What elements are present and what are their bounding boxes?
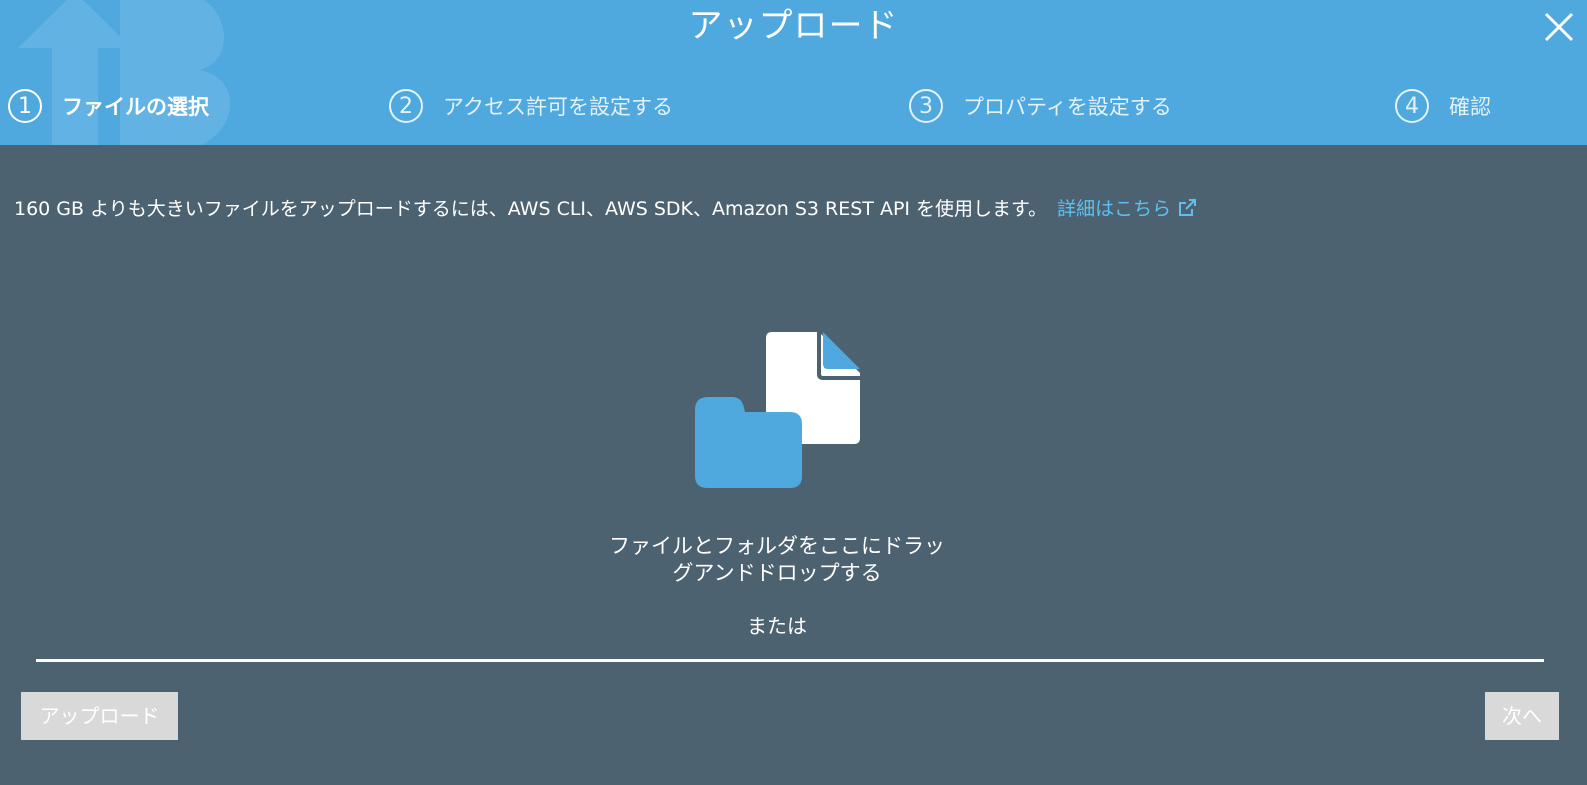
step-select-files[interactable]: 1 ファイルの選択 [8, 86, 209, 126]
close-icon[interactable] [1544, 12, 1574, 42]
or-label: または [747, 614, 807, 638]
upload-button[interactable]: アップロード [21, 692, 178, 740]
large-file-info: 160 GB よりも大きいファイルをアップロードするには、AWS CLI、AWS… [14, 195, 1197, 223]
step-set-properties[interactable]: 3 プロパティを設定する [909, 86, 1172, 126]
drop-instructions-line1: ファイルとフォルダをここにドラッ [609, 534, 945, 558]
next-button[interactable]: 次へ [1485, 692, 1559, 740]
step-number-4: 4 [1395, 89, 1429, 123]
step-review[interactable]: 4 確認 [1395, 86, 1491, 126]
info-text: 160 GB よりも大きいファイルをアップロードするには、AWS CLI、AWS… [14, 198, 1048, 220]
learn-more-link[interactable]: 詳細はこちら [1057, 198, 1197, 220]
step-label-set-permissions: アクセス許可を設定する [443, 95, 673, 119]
external-link-icon [1179, 199, 1197, 216]
dialog-header: アップロード 1 ファイルの選択 2 アクセス許可を設定する 3 プロパティを設… [0, 0, 1587, 145]
drop-instructions-line2: グアンドドロップする [672, 561, 882, 585]
learn-more-label: 詳細はこちら [1057, 198, 1172, 220]
step-number-2: 2 [389, 89, 423, 123]
step-label-select-files: ファイルの選択 [62, 95, 209, 119]
step-label-set-properties: プロパティを設定する [963, 95, 1172, 119]
step-number-3: 3 [909, 89, 943, 123]
drop-instructions: ファイルとフォルダをここにドラッ グアンドドロップする [577, 533, 977, 587]
step-number-1: 1 [8, 89, 42, 123]
step-set-permissions[interactable]: 2 アクセス許可を設定する [389, 86, 673, 126]
dialog-title: アップロード [688, 6, 899, 46]
step-label-review: 確認 [1449, 95, 1491, 119]
file-folder-drop-icon [695, 332, 860, 488]
divider [36, 659, 1544, 662]
